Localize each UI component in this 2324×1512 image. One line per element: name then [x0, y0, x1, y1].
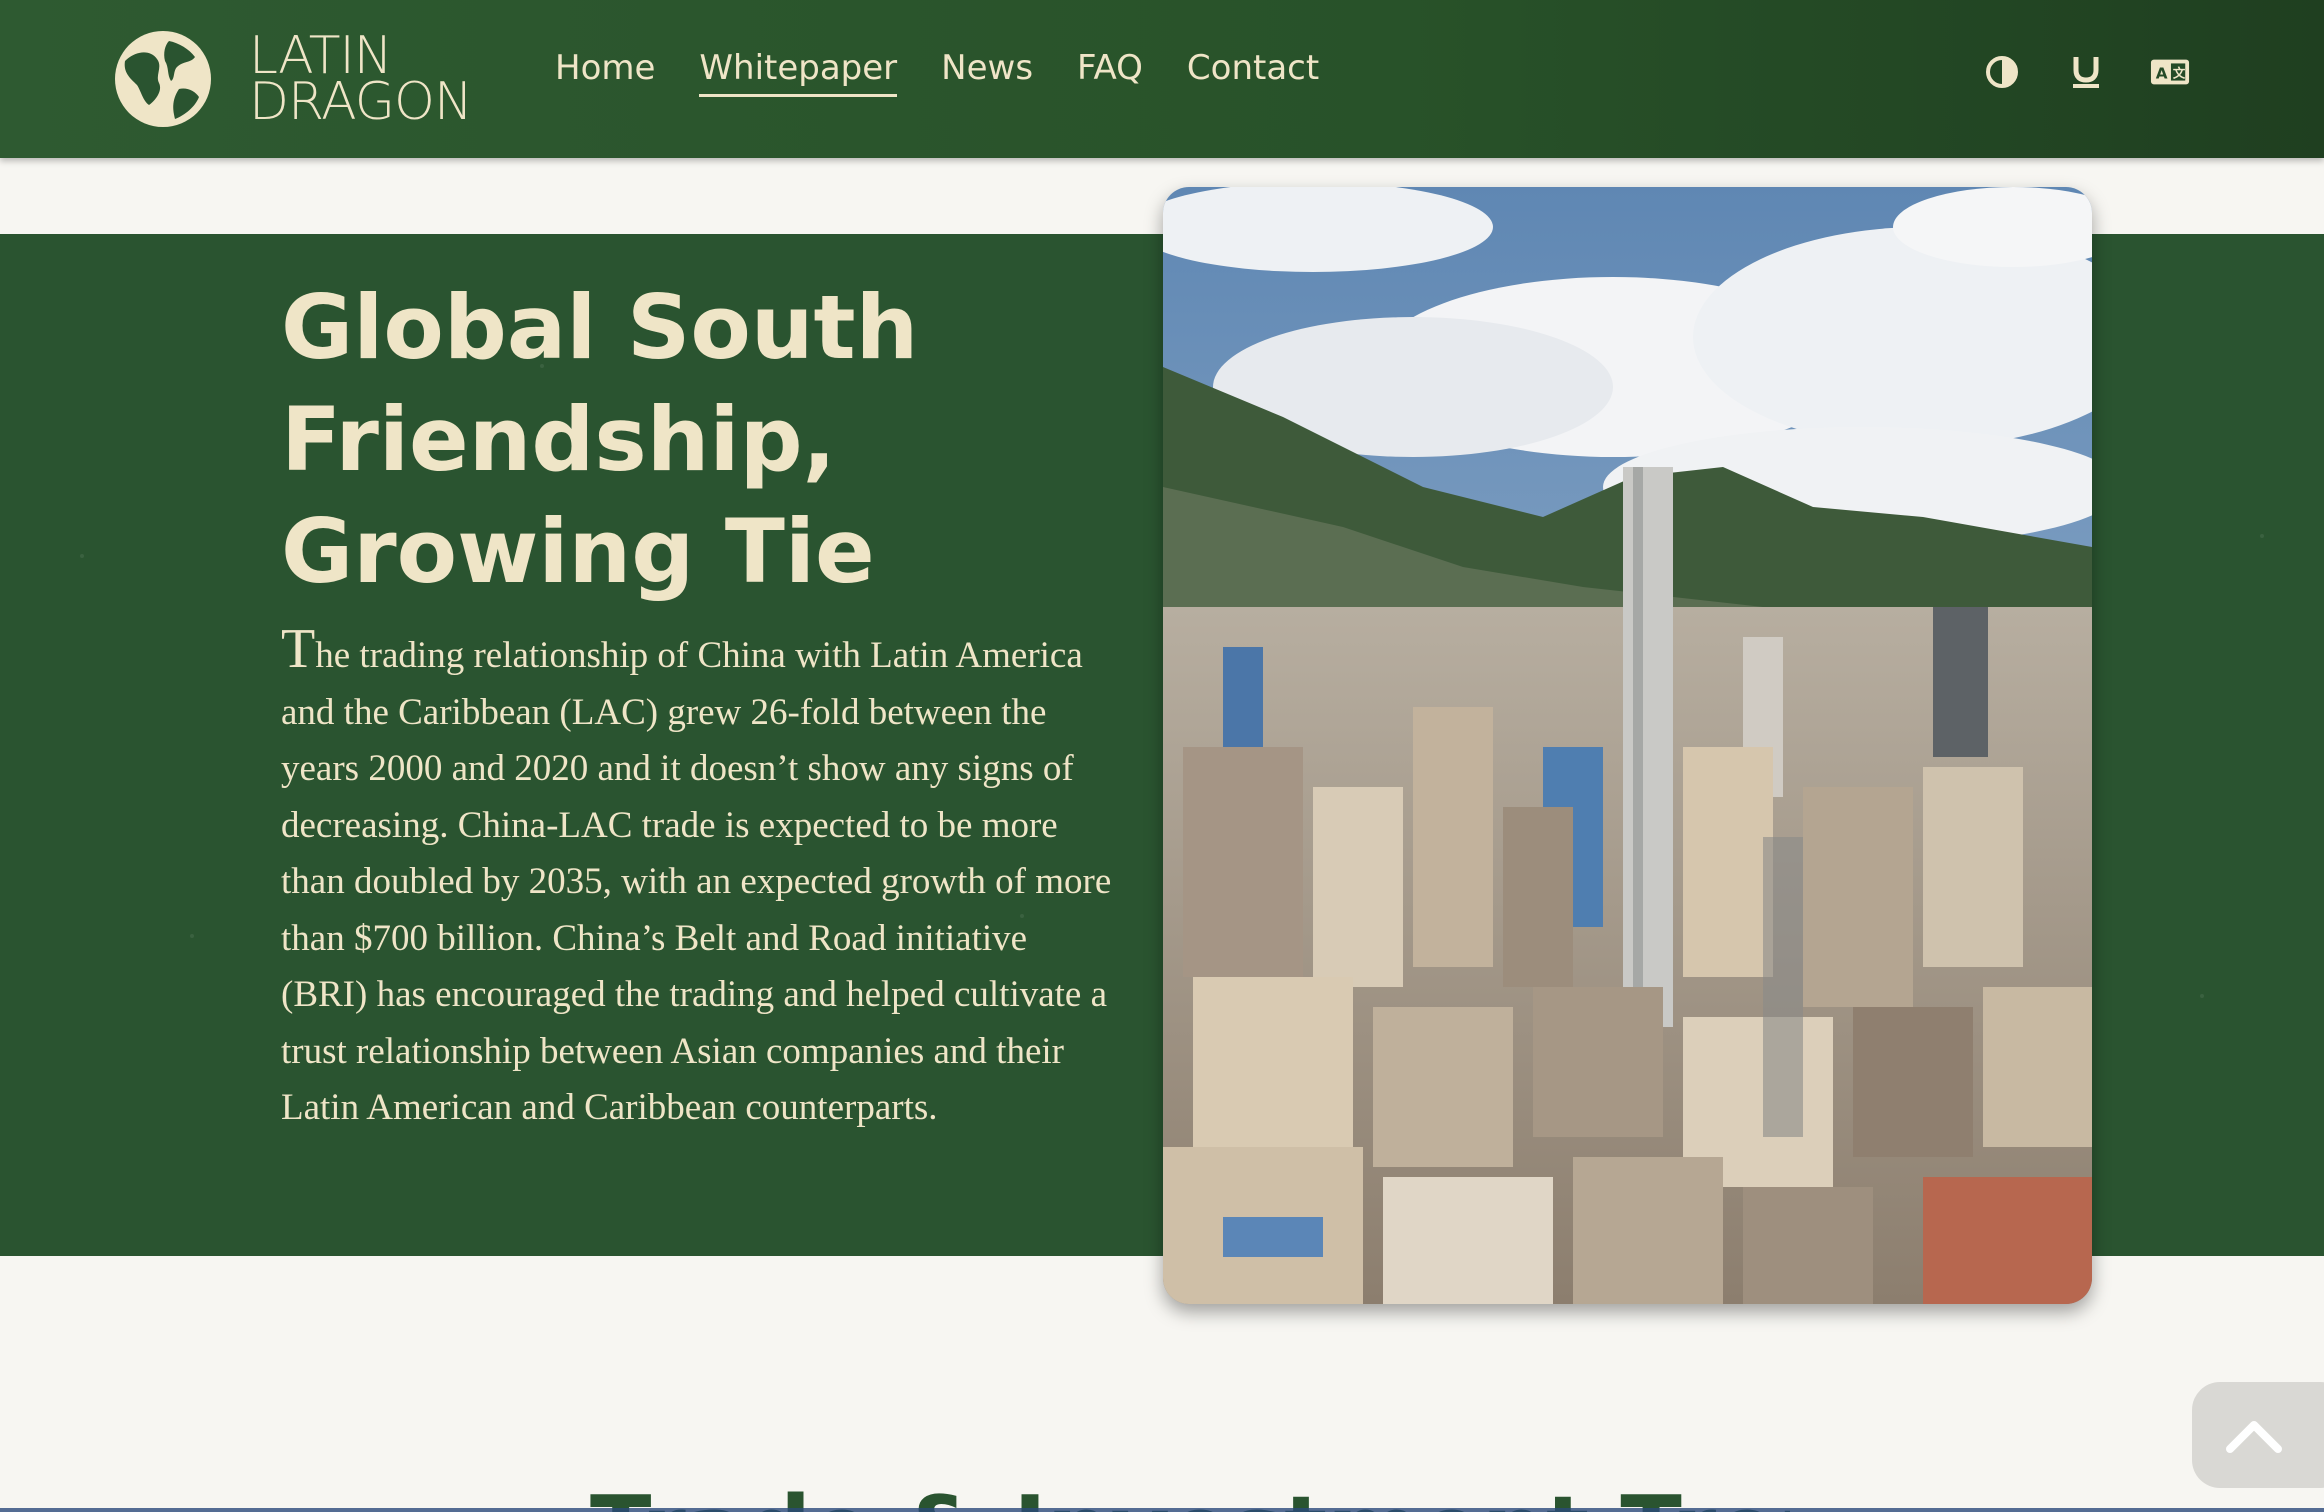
city-skyline-photo	[1163, 187, 2092, 1304]
next-section-title: Trade & Investment Trends	[590, 1470, 1790, 1512]
nav-faq[interactable]: FAQ	[1077, 48, 1143, 97]
svg-text:A: A	[2156, 65, 2168, 83]
page-bottom-edge	[0, 1508, 2324, 1512]
contrast-icon[interactable]	[1982, 52, 2022, 92]
scroll-to-top-button[interactable]	[2192, 1382, 2324, 1488]
hero-title: Global South Friendship, Growing Tie	[281, 276, 919, 603]
nav-contact[interactable]: Contact	[1187, 48, 1319, 97]
site-header: LATIN DRAGON Home Whitepaper News FAQ Co…	[0, 0, 2324, 158]
hero-paragraph: The trading relationship of China with L…	[281, 621, 1121, 1137]
globe-icon	[115, 31, 211, 127]
main-nav: Home Whitepaper News FAQ Contact	[555, 48, 1363, 97]
accessibility-tools: A 文	[1982, 52, 2190, 92]
nav-home[interactable]: Home	[555, 48, 655, 97]
nav-whitepaper[interactable]: Whitepaper	[699, 48, 898, 97]
svg-text:文: 文	[2173, 66, 2186, 81]
next-section-title-text: Trade & Investment Trends	[590, 1477, 1790, 1512]
underline-icon[interactable]	[2066, 52, 2106, 92]
dropcap: T	[281, 618, 316, 680]
brand-wordmark: LATIN DRAGON	[249, 30, 473, 132]
brand-line-2: DRAGON	[249, 72, 473, 132]
brand-logo[interactable]: LATIN DRAGON	[115, 30, 473, 132]
hero-body-text: he trading relationship of China with La…	[281, 635, 1112, 1128]
chevron-up-icon	[2226, 1421, 2282, 1453]
translate-icon[interactable]: A 文	[2150, 52, 2190, 92]
nav-news[interactable]: News	[941, 48, 1033, 97]
